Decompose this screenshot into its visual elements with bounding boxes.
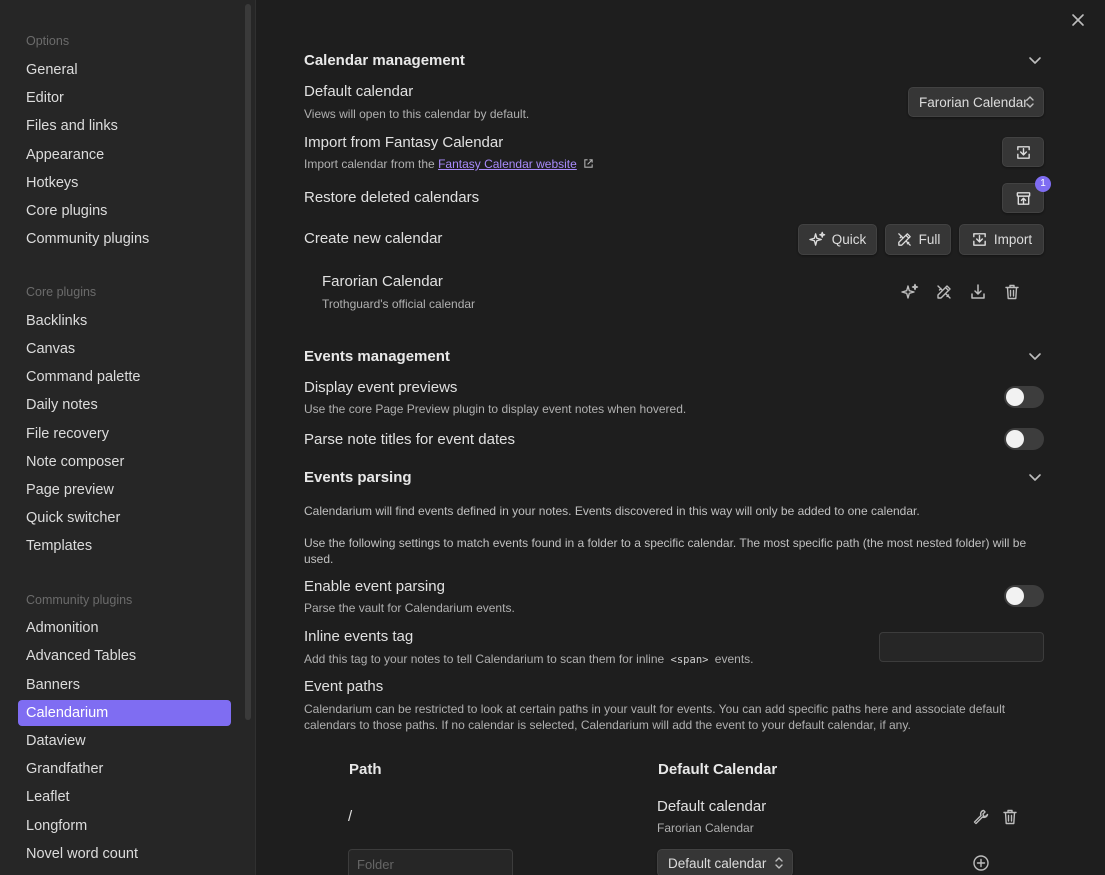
- default-calendar-value: Farorian Calendar: [919, 94, 1028, 110]
- toggle-knob: [1006, 587, 1024, 605]
- event-paths-label: Event paths: [304, 678, 384, 695]
- pencil-ruler-icon[interactable]: [935, 283, 957, 305]
- download-icon[interactable]: [969, 283, 991, 305]
- settings-content: Calendar management Default calendar Vie…: [256, 0, 1105, 875]
- plus-circle-icon[interactable]: [972, 854, 994, 875]
- inline-tag-desc: Add this tag to your notes to tell Calen…: [304, 652, 754, 666]
- calendar-item-name: Farorian Calendar: [322, 273, 443, 290]
- events-management-heading: Events management: [304, 348, 450, 365]
- enable-parsing-desc: Parse the vault for Calendarium events.: [304, 601, 515, 615]
- default-calendar-label: Default calendar: [304, 83, 414, 100]
- wrench-icon[interactable]: [972, 808, 994, 830]
- calendar-cell-label: Default calendar: [657, 798, 767, 815]
- select-caret-icon: [1026, 96, 1034, 108]
- new-path-calendar-value: Default calendar: [668, 855, 767, 871]
- deleted-count-badge: 1: [1035, 176, 1051, 192]
- chevron-down-icon[interactable]: [1027, 348, 1043, 364]
- sidebar-item-note-composer[interactable]: Note composer: [18, 449, 231, 475]
- sidebar-item-longform[interactable]: Longform: [18, 813, 231, 839]
- default-calendar-select[interactable]: Farorian Calendar: [908, 87, 1044, 117]
- sidebar-item-canvas[interactable]: Canvas: [18, 336, 231, 362]
- folder-input[interactable]: [348, 849, 513, 875]
- sidebar-item-advanced-tables[interactable]: Advanced Tables: [18, 643, 231, 669]
- path-column-header: Path: [349, 761, 382, 778]
- sidebar-item-banners[interactable]: Banners: [18, 672, 231, 698]
- sidebar-item-editor[interactable]: Editor: [18, 85, 231, 111]
- sidebar-section-core-plugins: Core plugins: [26, 285, 97, 299]
- import-calendar-button[interactable]: [1002, 137, 1044, 167]
- sidebar-item-page-preview[interactable]: Page preview: [18, 477, 231, 503]
- sparkles-icon: [809, 231, 825, 246]
- sidebar-item-command-palette[interactable]: Command palette: [18, 364, 231, 390]
- sidebar-item-templates[interactable]: Templates: [18, 533, 231, 559]
- sidebar-section-options: Options: [26, 34, 70, 48]
- pencil-ruler-icon: [897, 233, 911, 246]
- sidebar-item-files-and-links[interactable]: Files and links: [18, 113, 231, 139]
- enable-parsing-toggle[interactable]: [1004, 585, 1044, 607]
- trash-icon[interactable]: [1003, 283, 1025, 305]
- sidebar-item-grandfather[interactable]: Grandfather: [18, 756, 231, 782]
- sidebar-item-dataview[interactable]: Dataview: [18, 728, 231, 754]
- sidebar-item-daily-notes[interactable]: Daily notes: [18, 392, 231, 418]
- sidebar-item-admonition[interactable]: Admonition: [18, 615, 231, 641]
- path-cell: /: [348, 808, 353, 825]
- sidebar-item-general[interactable]: General: [18, 57, 231, 83]
- import-fantasy-calendar-label: Import from Fantasy Calendar: [304, 134, 504, 151]
- events-parsing-heading: Events parsing: [304, 469, 412, 486]
- import-fantasy-calendar-desc: Import calendar from the Fantasy Calenda…: [304, 157, 594, 171]
- fantasy-calendar-link[interactable]: Fantasy Calendar website: [438, 157, 577, 171]
- create-calendar-label: Create new calendar: [304, 230, 443, 247]
- default-calendar-desc: Views will open to this calendar by defa…: [304, 107, 530, 121]
- calendar-item-desc: Trothguard's official calendar: [322, 297, 476, 311]
- sidebar-section-community-plugins: Community plugins: [26, 593, 133, 607]
- display-previews-label: Display event previews: [304, 379, 458, 396]
- parse-titles-label: Parse note titles for event dates: [304, 431, 515, 448]
- chevron-down-icon[interactable]: [1027, 469, 1043, 485]
- quick-create-button[interactable]: Quick: [798, 224, 877, 255]
- sparkles-icon[interactable]: [901, 283, 923, 305]
- event-paths-desc: Calendarium can be restricted to look at…: [304, 702, 1006, 732]
- download-icon: [972, 233, 986, 246]
- settings-sidebar: Options General Editor Files and links A…: [0, 0, 256, 875]
- new-path-calendar-select[interactable]: Default calendar: [657, 849, 793, 875]
- restore-deleted-label: Restore deleted calendars: [304, 189, 480, 206]
- sidebar-item-file-recovery[interactable]: File recovery: [18, 421, 231, 447]
- toggle-knob: [1006, 388, 1024, 406]
- default-calendar-column-header: Default Calendar: [658, 761, 778, 778]
- sidebar-item-novel-word-count[interactable]: Novel word count: [18, 841, 231, 867]
- sidebar-item-appearance[interactable]: Appearance: [18, 142, 231, 168]
- sidebar-item-leaflet[interactable]: Leaflet: [18, 784, 231, 810]
- trash-icon[interactable]: [1001, 808, 1023, 830]
- sidebar-item-backlinks[interactable]: Backlinks: [18, 308, 231, 334]
- sidebar-item-core-plugins[interactable]: Core plugins: [18, 198, 231, 224]
- enable-parsing-label: Enable event parsing: [304, 578, 445, 595]
- archive-restore-icon: [1016, 191, 1030, 205]
- span-code: <span>: [670, 654, 709, 666]
- external-link-icon: [584, 159, 593, 168]
- events-parsing-intro: Calendarium will find events defined in …: [304, 504, 920, 518]
- inline-tag-label: Inline events tag: [304, 628, 414, 645]
- sidebar-item-hotkeys[interactable]: Hotkeys: [18, 170, 231, 196]
- display-previews-toggle[interactable]: [1004, 386, 1044, 408]
- calendar-cell-value: Farorian Calendar: [657, 821, 754, 835]
- display-previews-desc: Use the core Page Preview plugin to disp…: [304, 402, 687, 416]
- select-caret-icon: [775, 857, 783, 869]
- parse-titles-toggle[interactable]: [1004, 428, 1044, 450]
- download-icon: [1016, 145, 1030, 159]
- import-create-button[interactable]: Import: [959, 224, 1044, 255]
- close-icon[interactable]: [1067, 10, 1089, 32]
- toggle-knob: [1006, 430, 1024, 448]
- inline-tag-input[interactable]: [879, 632, 1044, 662]
- sidebar-item-calendarium[interactable]: Calendarium: [18, 700, 231, 726]
- events-parsing-paths-intro: Use the following settings to match even…: [304, 536, 1027, 566]
- full-create-button[interactable]: Full: [885, 224, 951, 255]
- sidebar-scrollbar[interactable]: [245, 4, 251, 720]
- sidebar-item-community-plugins[interactable]: Community plugins: [18, 226, 231, 252]
- sidebar-item-quick-switcher[interactable]: Quick switcher: [18, 505, 231, 531]
- calendar-management-heading: Calendar management: [304, 52, 465, 69]
- chevron-down-icon[interactable]: [1027, 52, 1043, 68]
